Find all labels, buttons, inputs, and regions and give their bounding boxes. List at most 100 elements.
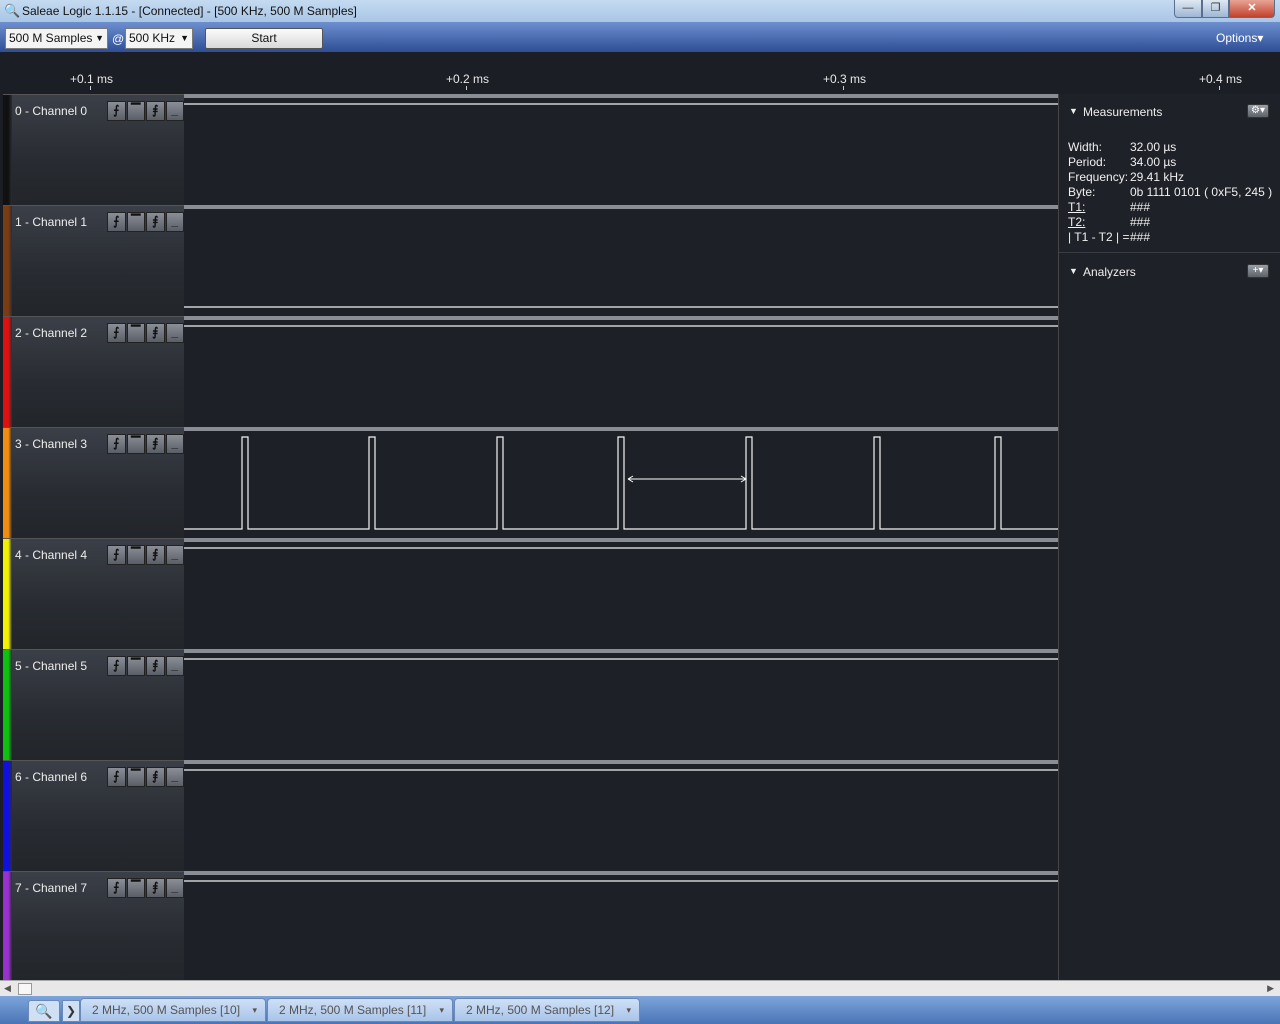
channel-waveform[interactable] [184, 538, 1058, 649]
session-tab[interactable]: 2 MHz, 500 M Samples [12] ▾ [454, 998, 640, 1022]
low-level-icon[interactable]: _ [165, 101, 184, 121]
scroll-left-icon[interactable]: ◀ [4, 983, 11, 994]
analyzers-header[interactable]: ▼ Analyzers +▾ [1059, 258, 1280, 286]
channel-header[interactable]: 4 - Channel 4 ⨍ ▔ ⨎ _ [3, 538, 184, 649]
channel-label[interactable]: 2 - Channel 2 [15, 326, 87, 340]
channel-waveform[interactable] [184, 94, 1058, 205]
side-panel: ▼ Measurements ⚙▾ Width: 32.00 µs Period: 3… [1058, 94, 1280, 980]
measurement-key[interactable]: T2: [1068, 215, 1085, 229]
chevron-down-icon[interactable]: ▾ [626, 999, 631, 1021]
high-level-icon[interactable]: ▔ [126, 212, 145, 232]
low-level-icon[interactable]: _ [165, 656, 184, 676]
channel-waveform[interactable] [184, 427, 1058, 538]
channel-waveform[interactable] [184, 760, 1058, 871]
high-level-icon[interactable]: ▔ [126, 545, 145, 565]
falling-edge-icon[interactable]: ⨎ [146, 767, 165, 787]
tick-mark [466, 86, 467, 90]
session-tab[interactable]: 2 MHz, 500 M Samples [10] ▾ [80, 998, 266, 1022]
minimize-button[interactable]: — [1174, 0, 1202, 18]
search-icon[interactable]: 🔍 [28, 1000, 60, 1022]
maximize-button[interactable]: ❐ [1202, 0, 1229, 18]
rising-edge-icon[interactable]: ⨍ [107, 656, 126, 676]
channel-label[interactable]: 7 - Channel 7 [15, 881, 87, 895]
channel-label[interactable]: 3 - Channel 3 [15, 437, 87, 451]
measurement-key: Period: [1068, 155, 1107, 169]
high-level-icon[interactable]: ▔ [126, 101, 145, 121]
channel-color-bar [3, 206, 12, 316]
rising-edge-icon[interactable]: ⨍ [107, 434, 126, 454]
channel-label[interactable]: 1 - Channel 1 [15, 215, 87, 229]
waveform-svg [184, 103, 1058, 105]
channel-header[interactable]: 3 - Channel 3 ⨍ ▔ ⨎ _ [3, 427, 184, 538]
time-tick-label: +0.1 ms [70, 72, 114, 86]
channel-row: 2 - Channel 2 ⨍ ▔ ⨎ _ [0, 316, 1058, 427]
measurement-value: ### [1130, 230, 1151, 244]
low-level-icon[interactable]: _ [165, 434, 184, 454]
rising-edge-icon[interactable]: ⨍ [107, 878, 126, 898]
scroll-right-icon[interactable]: ▶ [1267, 983, 1274, 994]
falling-edge-icon[interactable]: ⨎ [146, 212, 165, 232]
add-analyzer-icon[interactable]: +▾ [1247, 264, 1269, 278]
time-tick-label: +0.4 ms [1199, 72, 1243, 86]
high-level-icon[interactable]: ▔ [126, 434, 145, 454]
samples-value: 500 M Samples [9, 31, 93, 45]
measurement-key[interactable]: T1: [1068, 200, 1085, 214]
channel-header[interactable]: 0 - Channel 0 ⨍ ▔ ⨎ _ [3, 94, 184, 205]
signal-trace [184, 436, 1058, 530]
measurements-header[interactable]: ▼ Measurements ⚙▾ [1059, 98, 1280, 126]
channel-label[interactable]: 4 - Channel 4 [15, 548, 87, 562]
channel-header[interactable]: 2 - Channel 2 ⨍ ▔ ⨎ _ [3, 316, 184, 427]
falling-edge-icon[interactable]: ⨎ [146, 545, 165, 565]
high-level-icon[interactable]: ▔ [126, 323, 145, 343]
falling-edge-icon[interactable]: ⨎ [146, 101, 165, 121]
scrollbar-thumb[interactable] [18, 983, 32, 995]
rising-edge-icon[interactable]: ⨍ [107, 545, 126, 565]
low-level-icon[interactable]: _ [165, 878, 184, 898]
channel-label[interactable]: 6 - Channel 6 [15, 770, 87, 784]
low-level-icon[interactable]: _ [165, 212, 184, 232]
channel-label[interactable]: 0 - Channel 0 [15, 104, 87, 118]
high-level-icon[interactable]: ▔ [126, 878, 145, 898]
rising-edge-icon[interactable]: ⨍ [107, 212, 126, 232]
analyzers-title: Analyzers [1083, 265, 1136, 279]
tab-scroll-icon[interactable]: ❯ [62, 1000, 80, 1022]
channel-header[interactable]: 6 - Channel 6 ⨍ ▔ ⨎ _ [3, 760, 184, 871]
channel-waveform[interactable] [184, 316, 1058, 427]
horizontal-scrollbar[interactable]: ◀ ▶ [0, 980, 1280, 996]
high-level-icon[interactable]: ▔ [126, 767, 145, 787]
measurement-key: | T1 - T2 | = [1068, 230, 1130, 244]
channel-waveform[interactable] [184, 871, 1058, 982]
low-level-icon[interactable]: _ [165, 323, 184, 343]
session-tab[interactable]: 2 MHz, 500 M Samples [11] ▾ [267, 998, 453, 1022]
rising-edge-icon[interactable]: ⨍ [107, 323, 126, 343]
high-level-icon[interactable]: ▔ [126, 656, 145, 676]
falling-edge-icon[interactable]: ⨎ [146, 323, 165, 343]
rising-edge-icon[interactable]: ⨍ [107, 767, 126, 787]
settings-gear-icon[interactable]: ⚙▾ [1247, 104, 1269, 118]
channel-header[interactable]: 7 - Channel 7 ⨍ ▔ ⨎ _ [3, 871, 184, 982]
time-ruler: +0.1 ms +0.2 ms +0.3 ms +0.4 ms [0, 52, 1280, 94]
falling-edge-icon[interactable]: ⨎ [146, 878, 165, 898]
start-button[interactable]: Start [205, 28, 323, 49]
time-tick-label: +0.3 ms [823, 72, 867, 86]
waveform-svg [184, 306, 1058, 308]
channel-label[interactable]: 5 - Channel 5 [15, 659, 87, 673]
chevron-down-icon[interactable]: ▾ [439, 999, 444, 1021]
sample-rate-select[interactable]: 500 KHz ▼ [125, 28, 193, 49]
low-level-icon[interactable]: _ [165, 545, 184, 565]
tick-mark [843, 86, 844, 90]
trigger-buttons: ⨍ ▔ ⨎ _ [107, 434, 184, 454]
channel-waveform[interactable] [184, 205, 1058, 316]
chevron-down-icon[interactable]: ▾ [252, 999, 257, 1021]
channel-waveform[interactable] [184, 649, 1058, 760]
samples-select[interactable]: 500 M Samples ▼ [5, 28, 108, 49]
low-level-icon[interactable]: _ [165, 767, 184, 787]
channel-header[interactable]: 1 - Channel 1 ⨍ ▔ ⨎ _ [3, 205, 184, 316]
rising-edge-icon[interactable]: ⨍ [107, 101, 126, 121]
measurement-value: 0b 1111 0101 ( 0xF5, 245 ) [1130, 185, 1273, 199]
falling-edge-icon[interactable]: ⨎ [146, 656, 165, 676]
channel-header[interactable]: 5 - Channel 5 ⨍ ▔ ⨎ _ [3, 649, 184, 760]
close-button[interactable]: ✕ [1229, 0, 1275, 18]
falling-edge-icon[interactable]: ⨎ [146, 434, 165, 454]
options-menu[interactable]: Options▾ [1216, 31, 1263, 45]
